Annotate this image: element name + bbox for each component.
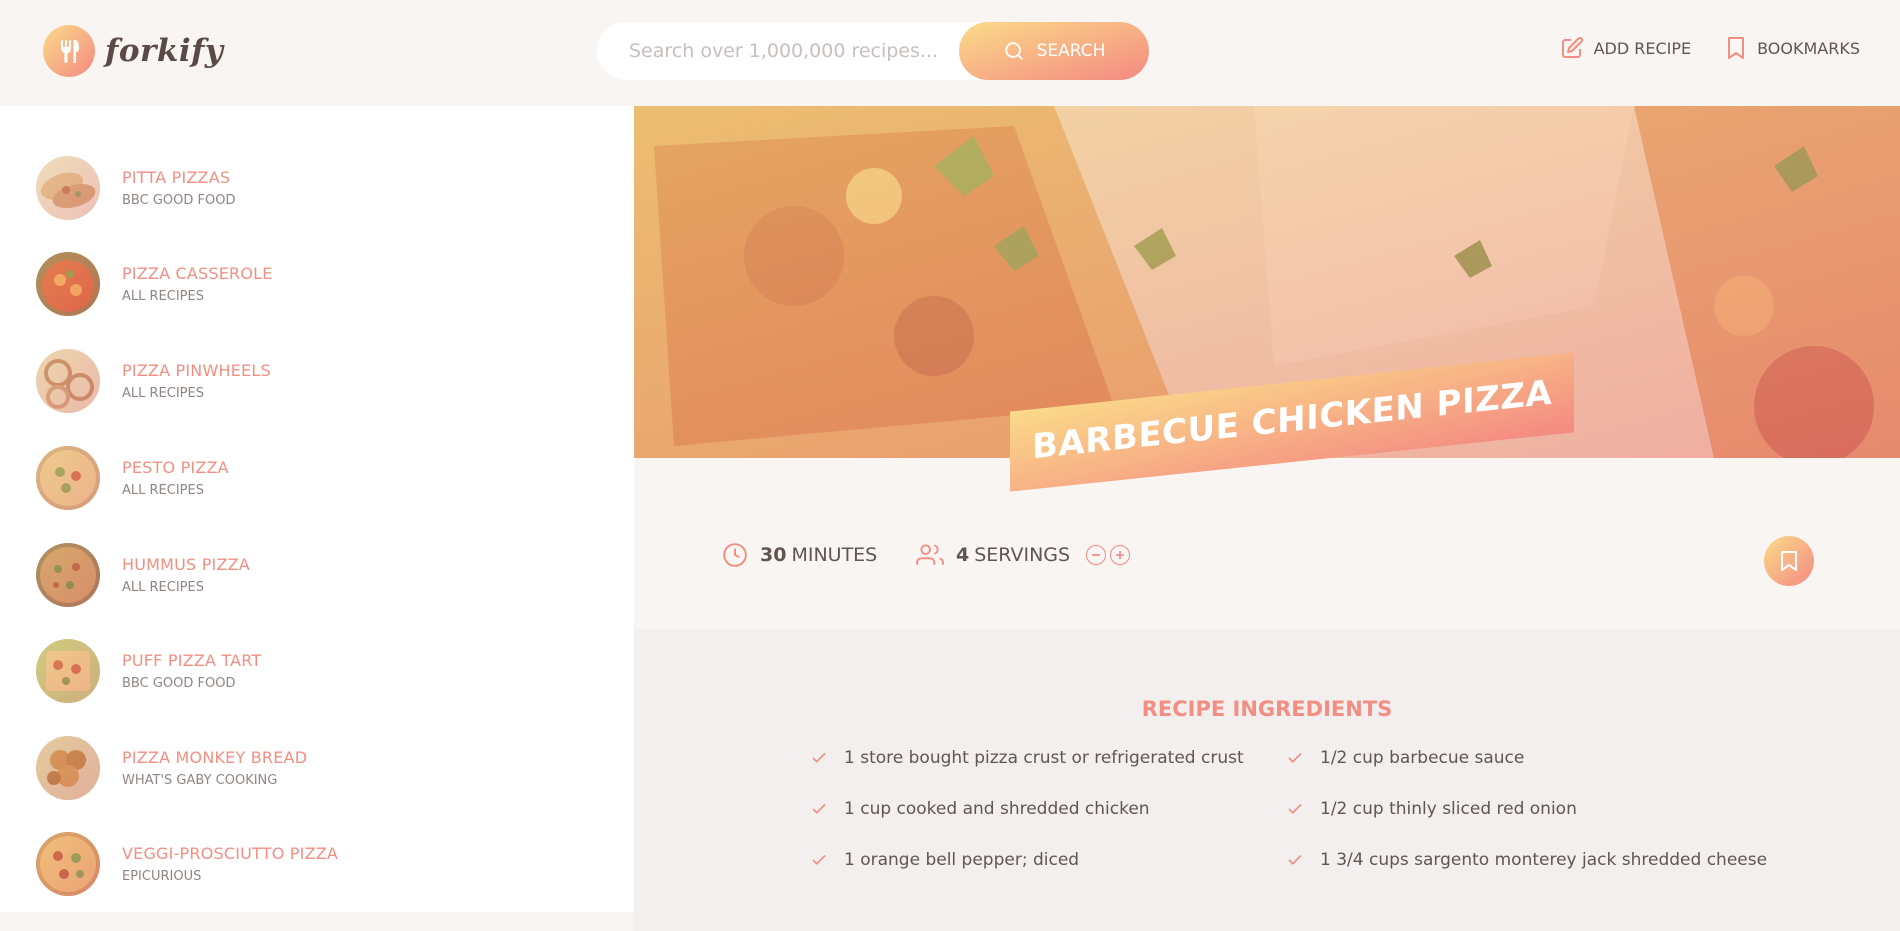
logo-text: forkify [105, 33, 224, 69]
users-icon [916, 544, 944, 565]
recipe-thumbnail [36, 349, 100, 413]
result-publisher: BBC GOOD FOOD [122, 193, 236, 208]
search-button[interactable]: SEARCH [959, 22, 1149, 80]
recipe-thumbnail [36, 252, 100, 316]
result-publisher: EPICURIOUS [122, 869, 202, 884]
check-icon [1288, 752, 1302, 763]
edit-icon [1561, 36, 1583, 58]
ingredient-text: 1 store bought pizza crust or refrigerat… [844, 748, 1244, 768]
check-icon [1288, 803, 1302, 814]
ingredient-item: 1/2 cup barbecue sauce [1286, 748, 1524, 768]
result-title: HUMMUS PIZZA [122, 555, 250, 574]
decrease-servings-button[interactable] [1086, 545, 1107, 565]
search-input[interactable] [629, 40, 959, 62]
check-icon [812, 854, 826, 865]
sidebar-footer-strip [0, 912, 634, 931]
result-title: PESTO PIZZA [122, 458, 229, 477]
ingredient-text: 1 3/4 cups sargento monterey jack shredd… [1320, 850, 1768, 870]
bookmark-recipe-button[interactable] [1764, 536, 1814, 586]
recipe-ingredients: RECIPE INGREDIENTS 1 store bought pizza … [634, 629, 1900, 931]
ingredient-item: 1/2 cup thinly sliced red onion [1286, 799, 1577, 819]
result-item[interactable]: HUMMUS PIZZA ALL RECIPES [36, 543, 250, 607]
recipe-thumbnail [36, 156, 100, 220]
increase-servings-button[interactable] [1110, 545, 1131, 565]
recipe-thumbnail [36, 446, 100, 510]
bookmark-icon [1781, 551, 1797, 571]
add-recipe-label: ADD RECIPE [1593, 38, 1692, 58]
header: forkify SEARCH ADD RECIPE BOOKMARKS [0, 0, 1900, 106]
result-title: PIZZA PINWHEELS [122, 361, 271, 380]
ingredient-item: 1 3/4 cups sargento monterey jack shredd… [1286, 850, 1767, 870]
result-item[interactable]: PIZZA CASSEROLE ALL RECIPES [36, 252, 273, 316]
ingredient-item: 1 cup cooked and shredded chicken [810, 799, 1150, 819]
recipe-thumbnail [36, 832, 100, 896]
bookmark-icon [1728, 37, 1745, 59]
bookmarks-label: BOOKMARKS [1757, 38, 1860, 58]
result-publisher: ALL RECIPES [122, 386, 204, 401]
result-item[interactable]: PESTO PIZZA ALL RECIPES [36, 446, 229, 510]
servings-unit: SERVINGS [974, 544, 1071, 566]
result-title: PUFF PIZZA TART [122, 651, 262, 670]
servings: 4 SERVINGS [916, 542, 1134, 568]
ingredient-item: 1 store bought pizza crust or refrigerat… [810, 748, 1244, 768]
result-item[interactable]: PIZZA PINWHEELS ALL RECIPES [36, 349, 271, 413]
clock-icon [723, 543, 747, 567]
check-icon [812, 752, 826, 763]
servings-value: 4 [956, 544, 970, 566]
result-item[interactable]: PIZZA MONKEY BREAD WHAT'S GABY COOKING [36, 736, 307, 800]
cooking-time-value: 30 [760, 544, 787, 566]
recipe-thumbnail [36, 543, 100, 607]
check-icon [1288, 854, 1302, 865]
ingredients-heading: RECIPE INGREDIENTS [1141, 697, 1393, 721]
result-publisher: ALL RECIPES [122, 483, 204, 498]
result-publisher: ALL RECIPES [122, 580, 204, 595]
ingredient-text: 1/2 cup thinly sliced red onion [1320, 799, 1577, 819]
result-item[interactable]: PUFF PIZZA TART BBC GOOD FOOD [36, 639, 261, 703]
search-button-label: SEARCH [1036, 41, 1106, 61]
ingredient-item: 1 orange bell pepper; diced [810, 850, 1079, 870]
cooking-time: 30 MINUTES [722, 542, 877, 568]
ingredient-text: 1/2 cup barbecue sauce [1320, 748, 1525, 768]
bookmarks-button[interactable]: BOOKMARKS [1725, 36, 1860, 60]
search-icon [1004, 42, 1023, 60]
nav: ADD RECIPE BOOKMARKS [1526, 36, 1860, 60]
ingredient-text: 1 orange bell pepper; diced [844, 850, 1080, 870]
result-item[interactable]: PITTA PIZZAS BBC GOOD FOOD [36, 156, 235, 220]
search-results: PITTA PIZZAS BBC GOOD FOOD PIZZA CASSERO… [0, 106, 634, 931]
minus-icon [1092, 554, 1101, 556]
recipe-thumbnail [36, 639, 100, 703]
result-title: PIZZA CASSEROLE [122, 264, 273, 283]
result-title: PIZZA MONKEY BREAD [122, 748, 308, 767]
result-publisher: ALL RECIPES [122, 289, 204, 304]
plus-icon [1116, 551, 1125, 559]
search-form: SEARCH [597, 22, 1149, 80]
recipe-thumbnail [36, 736, 100, 800]
fork-knife-icon [43, 25, 95, 77]
recipe-view: BARBECUE CHICKEN PIZZA 30 MINUTES 4 SERV… [634, 106, 1900, 931]
servings-controls [1086, 545, 1134, 565]
result-title: VEGGI-PROSCIUTTO PIZZA [122, 844, 339, 863]
result-publisher: WHAT'S GABY COOKING [122, 773, 278, 788]
result-item[interactable]: VEGGI-PROSCIUTTO PIZZA EPICURIOUS [36, 832, 338, 896]
recipe-details: 30 MINUTES 4 SERVINGS [634, 502, 1900, 610]
result-title: PITTA PIZZAS [122, 168, 231, 187]
result-publisher: BBC GOOD FOOD [122, 676, 236, 691]
logo[interactable]: forkify [43, 25, 223, 77]
check-icon [812, 803, 826, 814]
add-recipe-button[interactable]: ADD RECIPE [1560, 36, 1692, 60]
ingredient-text: 1 cup cooked and shredded chicken [844, 799, 1150, 819]
cooking-time-unit: MINUTES [791, 544, 878, 566]
